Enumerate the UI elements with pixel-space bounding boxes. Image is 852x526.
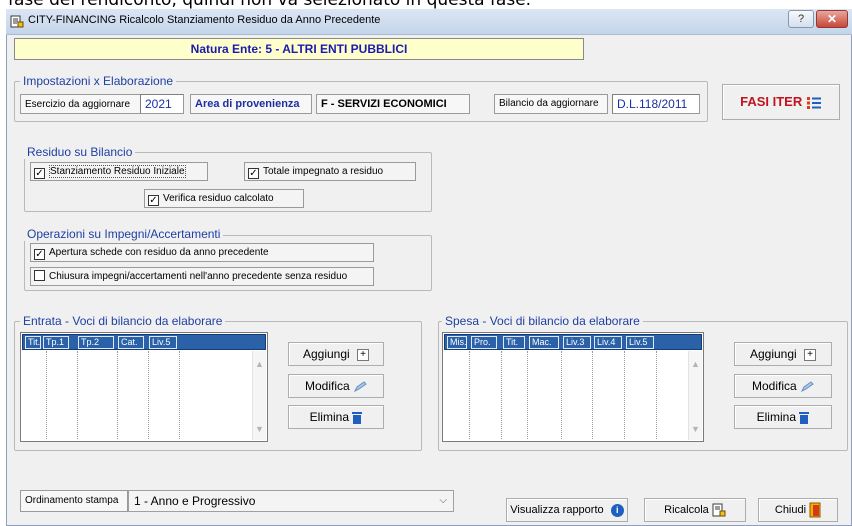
spesa-aggiungi-label: Aggiungi (749, 347, 797, 361)
window-title: CITY-FINANCING Ricalcolo Stanziamento Re… (28, 14, 381, 26)
plus-icon: + (357, 348, 370, 361)
esercizio-value[interactable]: 2021 (140, 94, 184, 114)
totale-label: Totale impegnato a residuo (263, 166, 384, 177)
document-calc-icon (712, 503, 726, 517)
close-window-button[interactable]: ✕ (816, 10, 848, 28)
info-icon: i (610, 503, 624, 517)
apertura-label: Apertura schede con residuo da anno prec… (49, 247, 269, 258)
pencil-icon (800, 381, 814, 392)
entrata-grid-header: Tit. Tp.1 Tp.2 Cat. Liv.5 (22, 334, 266, 350)
chiudi-button[interactable]: Chiudi (758, 498, 838, 522)
spesa-col-liv4[interactable]: Liv.4 (594, 336, 622, 349)
verifica-checkbox[interactable]: ✓ Verifica residuo calcolato (144, 189, 304, 208)
apertura-checkmark: ✓ (34, 249, 45, 260)
trash-icon (799, 412, 810, 425)
chiusura-checkbox[interactable]: Chiusura impegni/accertamenti nell'anno … (30, 267, 374, 286)
spesa-scrollbar[interactable]: ▲ ▼ (688, 351, 702, 440)
area-value[interactable]: F - SERVIZI ECONOMICI (316, 94, 470, 114)
spesa-grid-header: Mis. Pro. Tit. Mac. Liv.3 Liv.4 Liv.5 (444, 334, 702, 350)
help-button[interactable]: ? (788, 10, 814, 28)
operazioni-title: Operazioni su Impegni/Accertamenti (24, 227, 224, 241)
chiusura-label: Chiusura impegni/accertamenti nell'anno … (49, 271, 348, 282)
stanziamento-checkbox[interactable]: ✓ Stanziamento Residuo Iniziale (30, 162, 208, 181)
totale-checkbox[interactable]: ✓ Totale impegnato a residuo (244, 162, 416, 181)
scroll-up-icon[interactable]: ▲ (689, 359, 702, 369)
stanziamento-label: Stanziamento Residuo Iniziale (49, 165, 186, 178)
chiusura-checkbox-box (34, 270, 45, 281)
ordinamento-selected: 1 - Anno e Progressivo (134, 494, 256, 508)
exit-door-icon (809, 502, 821, 518)
apertura-checkbox[interactable]: ✓ Apertura schede con residuo da anno pre… (30, 243, 374, 262)
entrata-col-tp2[interactable]: Tp.2 (78, 336, 114, 349)
verifica-checkmark: ✓ (148, 195, 159, 206)
visualizza-rapporto-button[interactable]: Visualizza rapporto i (506, 498, 628, 522)
esercizio-label: Esercizio da aggiornare (25, 99, 131, 110)
ordinamento-select[interactable]: 1 - Anno e Progressivo ⌵ (128, 490, 454, 512)
scroll-up-icon[interactable]: ▲ (253, 359, 266, 369)
spesa-col-pro[interactable]: Pro. (471, 336, 497, 349)
visualizza-label: Visualizza rapporto (510, 504, 604, 516)
bilancio-label: Bilancio da aggiornare (494, 94, 608, 114)
list-icon (806, 96, 821, 109)
scroll-down-icon[interactable]: ▼ (689, 424, 702, 434)
fasi-iter-button[interactable]: FASI ITER (722, 84, 840, 120)
entrata-title: Entrata - Voci di bilancio da elaborare (20, 314, 226, 328)
app-icon (10, 15, 24, 28)
entrata-col-cat[interactable]: Cat. (118, 336, 144, 349)
spesa-modifica-label: Modifica (751, 379, 797, 393)
bilancio-value[interactable]: D.L.118/2011 (612, 94, 700, 114)
chiudi-label: Chiudi (774, 504, 807, 516)
chevron-down-icon[interactable]: ⌵ (439, 491, 447, 511)
spesa-elimina-button[interactable]: Elimina (734, 405, 832, 429)
spesa-col-mis[interactable]: Mis. (447, 336, 467, 349)
entrata-aggiungi-label: Aggiungi (302, 347, 350, 361)
scroll-down-icon[interactable]: ▼ (253, 424, 266, 434)
spesa-col-liv5[interactable]: Liv.5 (626, 336, 654, 349)
entrata-col-tit[interactable]: Tit. (25, 336, 41, 349)
spesa-col-tit[interactable]: Tit. (503, 336, 525, 349)
ricalcola-label: Ricalcola (664, 504, 709, 516)
spesa-col-mac[interactable]: Mac. (529, 336, 559, 349)
spesa-grid[interactable]: Mis. Pro. Tit. Mac. Liv.3 Liv.4 Liv.5 ▲ … (442, 332, 704, 442)
verifica-label: Verifica residuo calcolato (163, 193, 274, 204)
pencil-icon (353, 381, 367, 392)
spesa-title: Spesa - Voci di bilancio da elaborare (442, 314, 643, 328)
residuo-title: Residuo su Bilancio (24, 145, 136, 159)
trash-icon (352, 412, 363, 425)
spesa-elimina-label: Elimina (756, 410, 796, 424)
entrata-scrollbar[interactable]: ▲ ▼ (252, 351, 266, 440)
natura-ente-banner: Natura Ente: 5 - ALTRI ENTI PUBBLICI (14, 38, 584, 60)
area-label: Area di provenienza (190, 94, 312, 114)
plus-icon: + (804, 348, 817, 361)
entrata-grid[interactable]: Tit. Tp.1 Tp.2 Cat. Liv.5 ▲ ▼ (20, 332, 268, 442)
entrata-modifica-button[interactable]: Modifica (288, 374, 384, 398)
ordinamento-label: Ordinamento stampa (20, 490, 128, 512)
entrata-col-liv5[interactable]: Liv.5 (149, 336, 177, 349)
spesa-modifica-button[interactable]: Modifica (734, 374, 832, 398)
ricalcola-button[interactable]: Ricalcola (644, 498, 746, 522)
fasi-iter-label: FASI ITER (740, 94, 803, 109)
spesa-col-liv3[interactable]: Liv.3 (563, 336, 591, 349)
stanziamento-checkmark: ✓ (34, 168, 45, 179)
entrata-elimina-label: Elimina (309, 410, 349, 424)
entrata-elimina-button[interactable]: Elimina (288, 405, 384, 429)
impostazioni-title: Impostazioni x Elaborazione (20, 74, 177, 88)
entrata-aggiungi-button[interactable]: Aggiungi + (288, 342, 384, 366)
entrata-modifica-label: Modifica (304, 379, 350, 393)
spesa-aggiungi-button[interactable]: Aggiungi + (734, 342, 832, 366)
entrata-col-tp1[interactable]: Tp.1 (43, 336, 69, 349)
totale-checkmark: ✓ (248, 168, 259, 179)
